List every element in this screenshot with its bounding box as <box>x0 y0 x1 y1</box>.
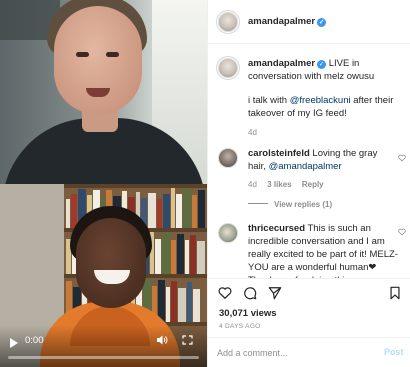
comments-scroll[interactable]: amandapalmer ✓ LIVE in conversation with … <box>208 44 410 278</box>
bookmark-icon[interactable] <box>388 286 402 300</box>
mention-link-freeblackuni[interactable]: @freeblackuni <box>290 95 351 106</box>
book-spine <box>66 199 70 228</box>
video-pane-host <box>0 0 207 184</box>
caption: amandapalmer ✓ LIVE in conversation with … <box>248 57 406 137</box>
verified-badge-icon: ✓ <box>317 60 327 69</box>
host-face <box>54 6 142 114</box>
post-timestamp: 4 DAYS AGO <box>219 323 261 330</box>
book-spine <box>183 189 191 228</box>
comment-icon[interactable] <box>243 286 257 300</box>
comment-age: 4d <box>248 180 257 189</box>
verified-badge-icon: ✓ <box>317 18 327 27</box>
book-spine <box>187 281 192 322</box>
post-comment-button[interactable]: Post <box>384 347 404 357</box>
book-spine <box>157 198 162 228</box>
book-spine <box>171 188 175 228</box>
book-spine <box>155 238 161 274</box>
book-spine <box>192 195 197 228</box>
book-spine <box>148 192 156 228</box>
book-spine <box>178 287 186 322</box>
book-spine <box>162 233 170 274</box>
like-comment-heart-icon[interactable] <box>398 154 406 162</box>
comment-carolsteinfeld: carolsteinfeld Loving the gray hair, @am… <box>248 147 396 209</box>
book-spine <box>185 240 189 274</box>
book-spine <box>171 281 177 322</box>
post-actions: 30,071 views 4 DAYS AGO Post <box>208 278 410 367</box>
guest-face <box>76 218 146 308</box>
video-controls: 0:00 <box>0 325 207 367</box>
book-spine <box>190 234 196 274</box>
live-video-player[interactable]: 0:00 <box>0 0 207 367</box>
avatar[interactable] <box>218 12 238 32</box>
caption-age: 4d <box>248 128 257 137</box>
comment-bar: Post <box>208 337 410 367</box>
comment-username-link[interactable]: thricecursed <box>248 223 305 234</box>
heart-icon[interactable] <box>218 286 232 300</box>
book-spine <box>171 239 176 274</box>
book-spine <box>198 190 205 228</box>
caption-avatar[interactable] <box>218 58 238 78</box>
comment-avatar[interactable] <box>218 223 238 243</box>
comment-likes[interactable]: 3 likes <box>267 180 291 189</box>
share-icon[interactable] <box>268 286 282 300</box>
header-username-link[interactable]: amandapalmer ✓ <box>248 16 327 27</box>
comment-avatar[interactable] <box>218 148 238 168</box>
view-replies-button[interactable]: View replies (1) <box>274 200 332 209</box>
volume-icon[interactable] <box>156 334 168 346</box>
comment-thricecursed: thricecursed This is such an incredible … <box>248 222 398 278</box>
video-progress-bar[interactable] <box>8 356 199 359</box>
add-comment-input[interactable] <box>217 346 367 360</box>
book-spine <box>193 288 200 322</box>
video-time: 0:00 <box>25 335 44 346</box>
book-spine <box>166 286 170 322</box>
book-spine <box>177 234 184 274</box>
like-comment-heart-icon[interactable] <box>398 228 406 236</box>
views-count[interactable]: 30,071 views <box>219 308 277 319</box>
post-header: amandapalmer ✓ <box>208 0 410 44</box>
mention-link-amandapalmer[interactable]: @amandapalmer <box>269 161 342 172</box>
post-panel: amandapalmer ✓ amandapalmer ✓ LIVE in conv… <box>207 0 410 367</box>
caption-text-before: i talk with <box>248 95 290 106</box>
comment-username-link[interactable]: carolsteinfeld <box>248 148 310 159</box>
reply-button[interactable]: Reply <box>302 180 324 189</box>
book-spine <box>163 193 170 228</box>
caption-username-link[interactable]: amandapalmer <box>248 58 315 69</box>
book-spine <box>176 194 182 228</box>
book-spine <box>197 241 205 274</box>
play-icon[interactable] <box>10 338 18 348</box>
fullscreen-icon[interactable] <box>182 335 193 345</box>
